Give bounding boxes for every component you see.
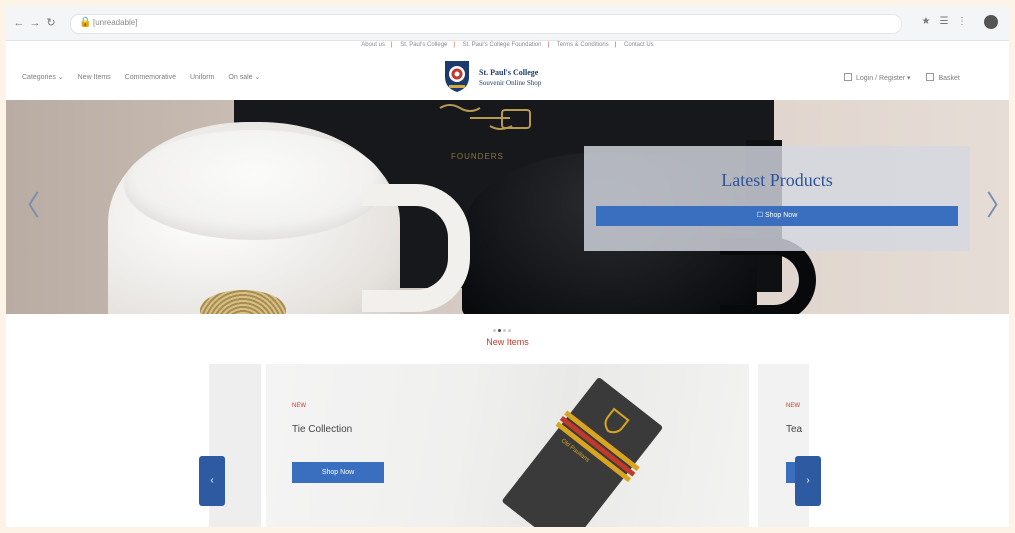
menu-icon[interactable]: ⋮ xyxy=(956,16,968,28)
next-product-tag: NEW xyxy=(786,403,800,409)
basket-label: Basket xyxy=(938,75,960,82)
login-register-link[interactable]: Login / Register ▾ xyxy=(844,73,911,82)
slider-dots xyxy=(492,319,512,332)
back-icon[interactable]: ← xyxy=(12,16,26,30)
logo-subtitle: Souvenir Online Shop xyxy=(479,79,542,87)
browser-window: ← → ↻ 🔒 [unreadable] ★ ☰ ⋮ About us | St.… xyxy=(6,6,1009,527)
slider-dot[interactable] xyxy=(503,329,506,332)
extensions-icon[interactable]: ☰ xyxy=(938,16,950,28)
next-product-title: Tea xyxy=(786,424,803,435)
crest-icon xyxy=(445,61,469,92)
top-link-separator: | xyxy=(547,42,550,48)
logo-title: St. Paul's College xyxy=(479,68,539,77)
product-title: Tie Collection xyxy=(292,424,353,435)
white-mug-handle xyxy=(362,184,470,312)
browser-toolbar: ← → ↻ 🔒 [unreadable] ★ ☰ ⋮ xyxy=(6,6,1009,41)
box-print-image xyxy=(439,104,531,130)
hero-slider: FOUNDERS 〈 〉 Latest Products ☐ Shop Now xyxy=(6,100,1009,314)
slider-dot[interactable] xyxy=(508,329,511,332)
nav-item-categories[interactable]: Categories ⌄ xyxy=(22,74,64,81)
top-link-separator: | xyxy=(390,42,393,48)
slider-dot-active[interactable] xyxy=(498,329,501,332)
top-link-terms[interactable]: Terms & Conditions xyxy=(557,42,609,48)
basket-icon xyxy=(926,73,935,81)
hero-title: Latest Products xyxy=(721,170,833,190)
profile-avatar[interactable] xyxy=(984,15,998,29)
carousel-next-arrow-icon[interactable]: › xyxy=(795,456,821,506)
reload-icon[interactable]: ↻ xyxy=(44,16,58,30)
product-tag: NEW xyxy=(292,403,306,409)
site-header: Categories ⌄ New Items Commemorative Uni… xyxy=(6,56,1009,100)
hero-shop-now-button[interactable]: ☐ Shop Now xyxy=(596,206,958,226)
top-link-separator: | xyxy=(453,42,455,48)
top-link-about[interactable]: About us xyxy=(361,42,385,48)
top-link-foundation[interactable]: St. Paul's College Foundation xyxy=(463,42,542,48)
tie-image: Old Paulians xyxy=(501,376,664,527)
site-logo[interactable]: St. Paul's College Souvenir Online Shop xyxy=(443,58,573,98)
nav-item-on-sale[interactable]: On sale ⌄ xyxy=(228,74,260,81)
main-nav: Categories ⌄ New Items Commemorative Uni… xyxy=(22,73,272,81)
address-bar[interactable]: 🔒 [unreadable] xyxy=(70,14,902,34)
hero-prev-arrow-icon[interactable]: 〈 xyxy=(12,192,40,220)
top-link-contact[interactable]: Contact Us xyxy=(624,42,654,48)
product-shop-now-button[interactable]: Shop Now xyxy=(292,462,384,483)
product-card[interactable]: NEW Tie Collection Shop Now Old Paulians xyxy=(266,364,749,527)
user-icon xyxy=(844,73,852,81)
top-link-separator: | xyxy=(614,42,617,48)
white-mug-rim xyxy=(124,130,384,240)
box-print-text: FOUNDERS xyxy=(451,152,504,161)
top-links: About us | St. Paul's College | St. Paul's… xyxy=(6,42,1009,56)
account-nav: Login / Register ▾ Basket xyxy=(844,73,974,82)
tie-crest-icon xyxy=(604,407,630,434)
new-items-carousel: NEW Tie Collection Shop Now Old Paulians… xyxy=(199,364,821,527)
new-items-heading: New Items xyxy=(486,337,529,347)
slider-dot[interactable] xyxy=(493,329,496,332)
carousel-prev-arrow-icon[interactable]: ‹ xyxy=(199,456,225,506)
top-link-college[interactable]: St. Paul's College xyxy=(400,42,447,48)
nav-item-commemorative[interactable]: Commemorative xyxy=(125,74,176,81)
login-register-label: Login / Register ▾ xyxy=(856,75,911,82)
url-text: [unreadable] xyxy=(93,18,138,27)
bookmark-icon[interactable]: ★ xyxy=(920,16,932,28)
nav-item-uniform[interactable]: Uniform xyxy=(190,74,215,81)
basket-link[interactable]: Basket xyxy=(926,73,960,82)
lock-icon: 🔒 xyxy=(79,17,92,28)
forward-icon[interactable]: → xyxy=(28,16,42,30)
hero-next-arrow-icon[interactable]: 〉 xyxy=(986,192,1009,220)
hero-caption-panel: Latest Products ☐ Shop Now xyxy=(584,146,970,251)
nav-item-new-items[interactable]: New Items xyxy=(78,74,111,81)
